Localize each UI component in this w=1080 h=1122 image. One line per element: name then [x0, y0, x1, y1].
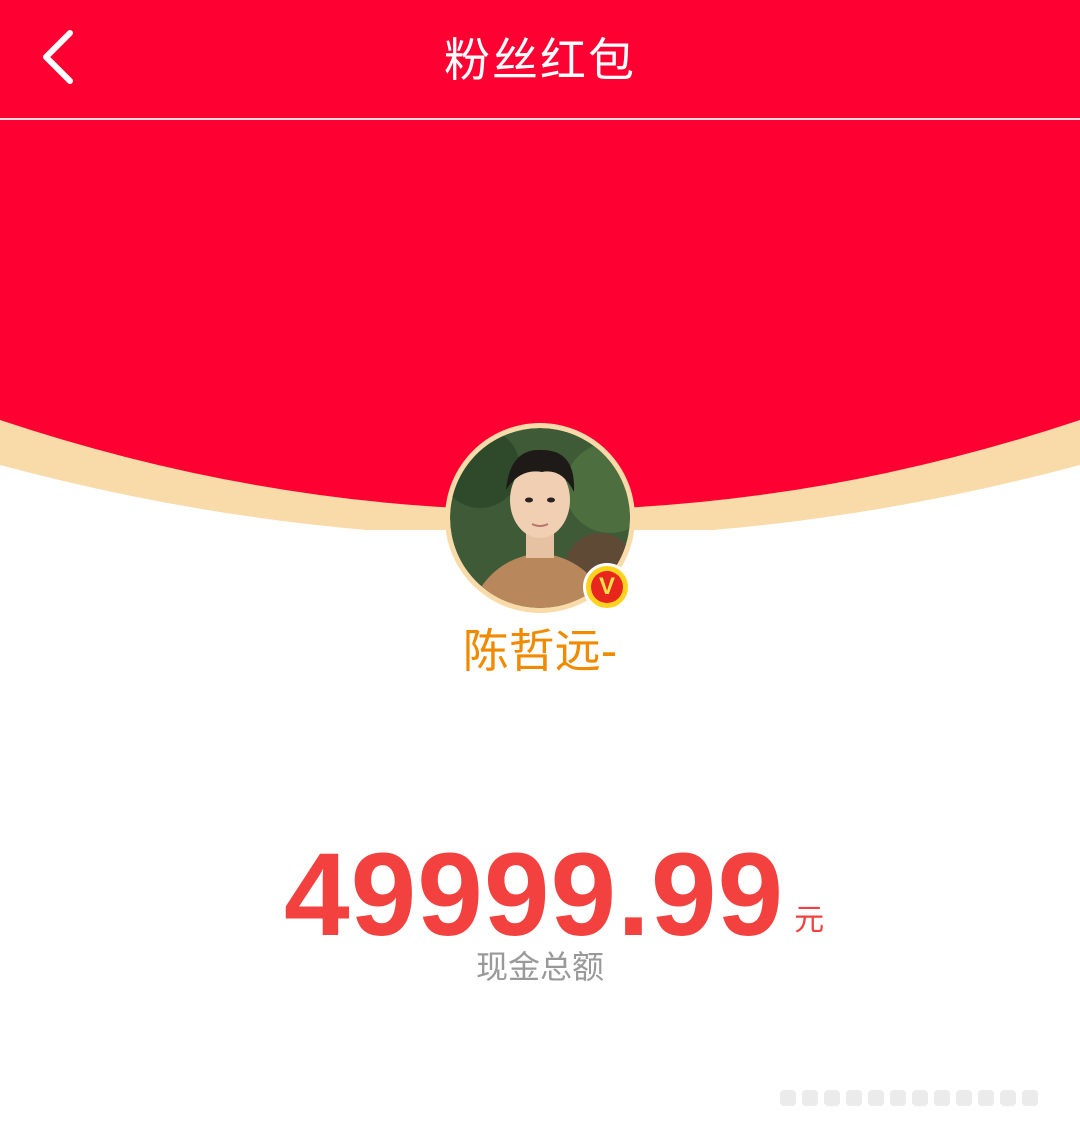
amount-caption: 现金总额 — [475, 948, 604, 986]
verified-badge-text: V — [591, 571, 623, 603]
page-title: 粉丝红包 — [444, 33, 636, 87]
amount-value: 49999.99 — [284, 829, 785, 961]
header-divider — [0, 118, 1080, 120]
sender-name[interactable]: 陈哲远- — [0, 620, 1080, 682]
verified-badge-icon: V — [583, 563, 631, 611]
amount-display: 49999.99 元 — [284, 829, 825, 961]
watermark — [780, 1088, 1070, 1108]
amount-unit: 元 — [794, 903, 825, 938]
header-bar: 粉丝红包 — [0, 0, 1080, 118]
